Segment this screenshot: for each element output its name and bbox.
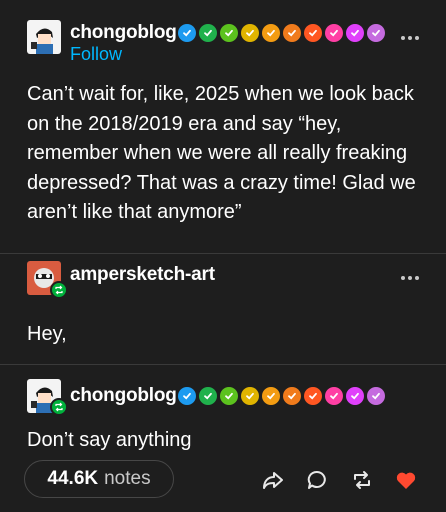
notes-label: notes <box>104 468 151 489</box>
checkmark-icon <box>367 24 385 42</box>
checkmark-icon <box>262 24 280 42</box>
checkmark-icon <box>241 24 259 42</box>
checkmark-icon <box>178 24 196 42</box>
checkmark-icon <box>346 387 364 405</box>
post-username[interactable]: chongoblog <box>70 385 177 407</box>
notes-button[interactable]: 44.6K notes <box>24 460 174 498</box>
checkmark-icon <box>367 387 385 405</box>
checkmark-icon <box>325 387 343 405</box>
checkmark-icon <box>325 24 343 42</box>
avatar-chongoblog[interactable] <box>27 20 61 54</box>
checkmark-icon <box>241 387 259 405</box>
follow-button[interactable]: Follow <box>70 44 122 65</box>
divider <box>0 253 446 254</box>
checkmark-icon <box>283 387 301 405</box>
checkmark-icon <box>220 387 238 405</box>
more-icon[interactable] <box>401 276 419 280</box>
post-body: Hey, <box>27 323 67 345</box>
checkmark-icon <box>304 387 322 405</box>
divider <box>0 364 446 365</box>
post-body: Don’t say anything <box>27 429 192 451</box>
checkmark-icon <box>178 387 196 405</box>
checkmark-icon <box>304 24 322 42</box>
checkmark-icon <box>283 24 301 42</box>
checkmark-icon <box>199 24 217 42</box>
notes-count: 44.6K <box>47 468 99 489</box>
heart-icon[interactable] <box>394 468 418 492</box>
checkmark-icon <box>199 387 217 405</box>
post-username[interactable]: ampersketch-art <box>70 264 215 286</box>
reblog-icon <box>50 398 68 416</box>
post-username[interactable]: chongoblog <box>70 22 177 44</box>
checkmark-icon <box>220 24 238 42</box>
checkmark-icon <box>262 387 280 405</box>
reblog-icon <box>50 281 68 299</box>
checkmark-icon <box>346 24 364 42</box>
more-icon[interactable] <box>401 36 419 40</box>
badge-row <box>178 24 385 42</box>
post-body: Can’t wait for, like, 2025 when we look … <box>27 83 416 223</box>
share-icon[interactable] <box>261 468 285 492</box>
reply-icon[interactable] <box>305 468 329 492</box>
reblog-button-icon[interactable] <box>350 468 374 492</box>
badge-row <box>178 387 385 405</box>
